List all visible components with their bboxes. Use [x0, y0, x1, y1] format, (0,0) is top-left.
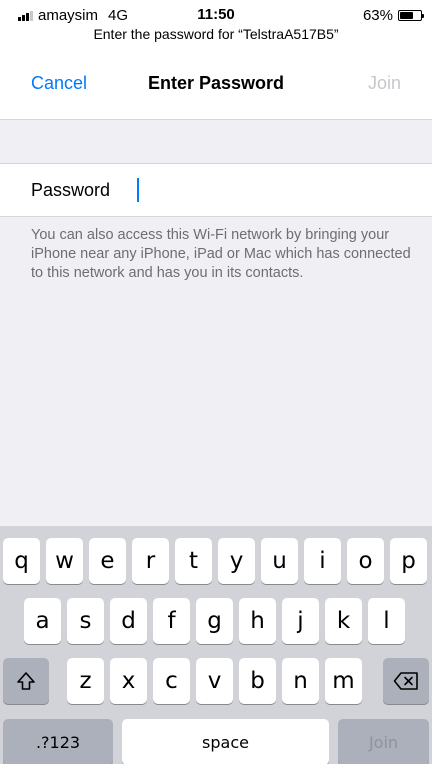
numbers-key[interactable]: .?123: [3, 719, 113, 764]
navigation-bar: Cancel Enter Password Join: [0, 44, 432, 120]
key-m[interactable]: m: [325, 658, 362, 704]
shift-key[interactable]: [3, 658, 49, 704]
key-g[interactable]: g: [196, 598, 233, 644]
key-z[interactable]: z: [67, 658, 104, 704]
join-button[interactable]: Join: [368, 72, 401, 94]
space-key[interactable]: space: [122, 719, 329, 764]
key-n[interactable]: n: [282, 658, 319, 704]
text-cursor: [137, 178, 139, 202]
key-o[interactable]: o: [347, 538, 384, 584]
key-x[interactable]: x: [110, 658, 147, 704]
key-h[interactable]: h: [239, 598, 276, 644]
key-q[interactable]: q: [3, 538, 40, 584]
key-t[interactable]: t: [175, 538, 212, 584]
shift-icon: [15, 670, 37, 692]
key-d[interactable]: d: [110, 598, 147, 644]
status-right: 63%: [362, 5, 424, 25]
key-e[interactable]: e: [89, 538, 126, 584]
password-row: Password: [0, 163, 432, 217]
key-w[interactable]: w: [46, 538, 83, 584]
key-v[interactable]: v: [196, 658, 233, 704]
password-field[interactable]: [128, 176, 408, 204]
key-i[interactable]: i: [304, 538, 341, 584]
battery-percent: 63%: [362, 6, 393, 24]
password-label: Password: [31, 180, 111, 200]
key-u[interactable]: u: [261, 538, 298, 584]
delete-backspace-icon: [393, 671, 419, 691]
key-r[interactable]: r: [132, 538, 169, 584]
key-s[interactable]: s: [67, 598, 104, 644]
key-f[interactable]: f: [153, 598, 190, 644]
delete-key[interactable]: [383, 658, 429, 704]
battery-fill: [400, 11, 413, 19]
key-k[interactable]: k: [325, 598, 362, 644]
key-y[interactable]: y: [218, 538, 255, 584]
keyboard-join-key[interactable]: Join: [338, 719, 429, 764]
wifi-password-screen: amaysim 4G 11:50 63% Enter the password …: [0, 0, 432, 764]
key-c[interactable]: c: [153, 658, 190, 704]
key-p[interactable]: p: [390, 538, 427, 584]
info-footer-text: You can also access this Wi-Fi network b…: [31, 227, 411, 281]
key-b[interactable]: b: [239, 658, 276, 704]
key-l[interactable]: l: [368, 598, 405, 644]
key-j[interactable]: j: [282, 598, 319, 644]
key-a[interactable]: a: [24, 598, 61, 644]
battery-icon: [398, 9, 424, 21]
keyboard: q w e r t y u i o p a s d f g h j k l z …: [0, 526, 432, 764]
network-prompt: Enter the password for “TelstraA517B5”: [0, 24, 432, 44]
